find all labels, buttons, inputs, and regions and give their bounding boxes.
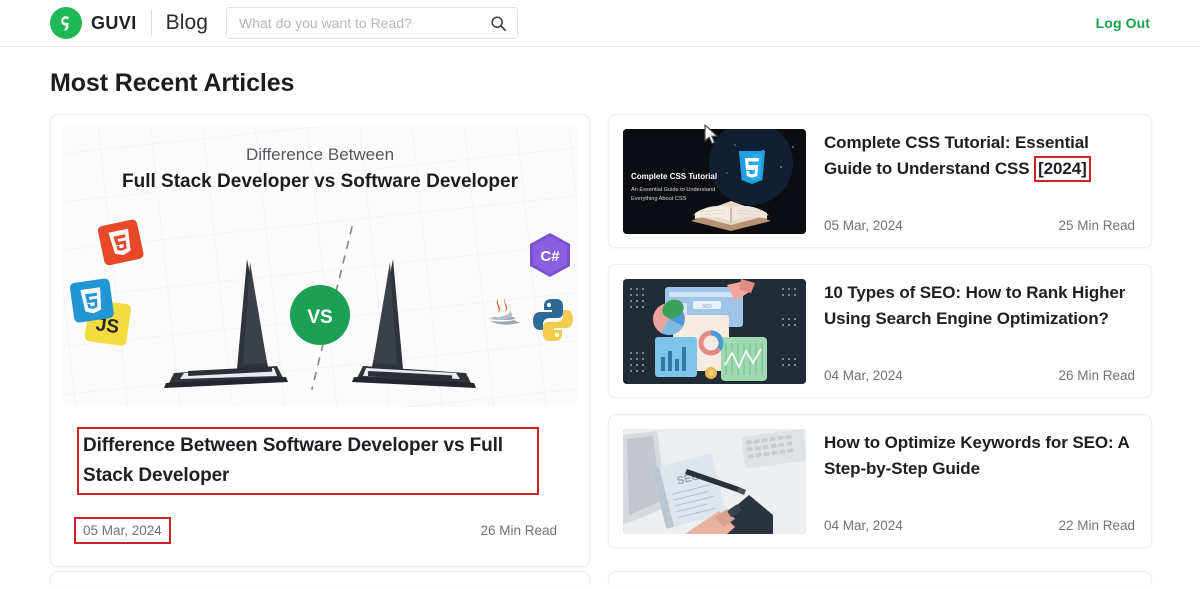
search-box[interactable] — [226, 7, 519, 39]
article-read-time: 25 Min Read — [1058, 218, 1135, 233]
section-label-blog[interactable]: Blog — [166, 11, 208, 35]
article-title[interactable]: Complete CSS Tutorial: Essential Guide t… — [824, 130, 1135, 182]
header-divider — [150, 10, 152, 36]
featured-read-time: 26 Min Read — [480, 523, 557, 538]
next-row-preview — [50, 571, 1152, 585]
next-card-left[interactable] — [50, 571, 590, 585]
featured-column: Difference Between Full Stack Developer … — [50, 114, 590, 567]
search-icon[interactable] — [490, 15, 507, 32]
article-date: 04 Mar, 2024 — [824, 518, 903, 533]
article-meta: 04 Mar, 2024 22 Min Read — [824, 518, 1135, 533]
article-date: 04 Mar, 2024 — [824, 368, 903, 383]
seo-charts-thumb: SEO — [623, 279, 806, 384]
article-info: How to Optimize Keywords for SEO: A Step… — [824, 429, 1135, 533]
featured-body: Difference Between Software Developer vs… — [63, 407, 577, 566]
article-title[interactable]: 10 Types of SEO: How to Rank Higher Usin… — [824, 280, 1135, 332]
page-body: Most Recent Articles Difference Between … — [0, 47, 1200, 589]
article-title-highlight: [2024] — [1034, 156, 1091, 182]
article-title[interactable]: How to Optimize Keywords for SEO: A Step… — [824, 430, 1135, 482]
article-read-time: 22 Min Read — [1058, 518, 1135, 533]
featured-article-title[interactable]: Difference Between Software Developer vs… — [77, 427, 539, 495]
article-meta: 05 Mar, 2024 25 Min Read — [824, 218, 1135, 233]
svg-text:SEO: SEO — [702, 304, 712, 309]
articles-columns: Difference Between Full Stack Developer … — [50, 114, 1152, 567]
css-tutorial-thumb: Complete CSS Tutorial An Essential Guide… — [623, 129, 806, 234]
article-read-time: 26 Min Read — [1058, 368, 1135, 383]
article-card-optimize-keywords[interactable]: SEO How to Optimize Keywords for SEO: A … — [608, 414, 1152, 548]
featured-article-card[interactable]: Difference Between Full Stack Developer … — [50, 114, 590, 567]
articles-list-column: Complete CSS Tutorial An Essential Guide… — [608, 114, 1152, 564]
site-header: GUVI Blog Log Out — [0, 0, 1200, 47]
thumb-overlay-title: Complete CSS Tutorial — [631, 172, 717, 181]
brand-logo[interactable]: GUVI — [50, 7, 137, 39]
brand-name: GUVI — [91, 12, 137, 33]
search-input[interactable] — [239, 15, 491, 31]
featured-meta: 05 Mar, 2024 26 Min Read — [74, 517, 559, 544]
article-info: 10 Types of SEO: How to Rank Higher Usin… — [824, 279, 1135, 383]
featured-hero-image: Difference Between Full Stack Developer … — [63, 127, 577, 407]
next-card-right[interactable] — [608, 571, 1152, 585]
thumb-overlay-sub2: Everything About CSS — [631, 196, 687, 202]
svg-text:C#: C# — [540, 248, 560, 265]
guvi-logo-icon — [50, 7, 82, 39]
article-card-seo-types[interactable]: SEO 10 Types of SEO: How to Rank Higher … — [608, 264, 1152, 398]
thumb-overlay-sub1: An Essential Guide to Understand — [631, 187, 715, 193]
article-meta: 04 Mar, 2024 26 Min Read — [824, 368, 1135, 383]
hero-vs-badge: VS — [307, 307, 332, 328]
featured-date: 05 Mar, 2024 — [74, 517, 171, 544]
hero-headline: Full Stack Developer vs Software Develop… — [122, 171, 519, 192]
hero-kicker: Difference Between — [246, 145, 394, 164]
desk-notebook-thumb: SEO — [623, 429, 806, 534]
logout-button[interactable]: Log Out — [1096, 15, 1176, 31]
page-title: Most Recent Articles — [50, 69, 295, 97]
article-info: Complete CSS Tutorial: Essential Guide t… — [824, 129, 1135, 233]
article-date: 05 Mar, 2024 — [824, 218, 903, 233]
article-card-css-tutorial[interactable]: Complete CSS Tutorial An Essential Guide… — [608, 114, 1152, 248]
